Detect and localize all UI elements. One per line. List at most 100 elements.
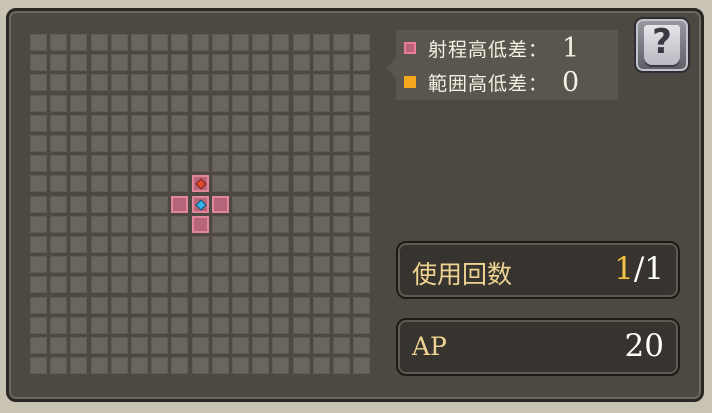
question-mark-icon: ? (652, 22, 672, 62)
grid-cell (353, 196, 370, 213)
ap-box: AP 20 (396, 318, 680, 376)
grid-cell (353, 276, 370, 293)
uses-current: 1 (614, 251, 634, 287)
grid-cell (333, 196, 350, 213)
grid-cell (212, 216, 229, 233)
grid-cell (293, 337, 310, 354)
grid-cell (111, 74, 128, 91)
uses-separator: / (633, 251, 645, 287)
grid-cell (171, 276, 188, 293)
grid-cell (272, 216, 289, 233)
grid-cell (272, 54, 289, 71)
grid-cell (353, 155, 370, 172)
grid-cell (151, 54, 168, 71)
grid-cell (171, 175, 188, 192)
grid-cell (70, 115, 87, 132)
grid-cell (111, 337, 128, 354)
grid-cell (272, 317, 289, 334)
grid-cell (30, 216, 47, 233)
grid-cell (293, 317, 310, 334)
grid-cell (70, 357, 87, 374)
grid-cell (131, 34, 148, 51)
grid-cell (293, 236, 310, 253)
grid-cell (111, 115, 128, 132)
grid-cell (293, 54, 310, 71)
grid-cell (212, 175, 229, 192)
grid-cell (50, 196, 67, 213)
grid-cell (313, 74, 330, 91)
grid-cell (192, 74, 209, 91)
grid-cell (91, 357, 108, 374)
grid-cell (91, 95, 108, 112)
grid-cell (171, 216, 188, 233)
grid-cell (192, 256, 209, 273)
ap-label: AP (412, 332, 447, 361)
grid-cell (252, 297, 269, 314)
grid-cell (232, 276, 249, 293)
grid-cell (50, 317, 67, 334)
grid-cell (151, 317, 168, 334)
grid-cell (252, 276, 269, 293)
grid-cell (293, 95, 310, 112)
grid-cell (91, 337, 108, 354)
grid-cell (50, 54, 67, 71)
grid-cell (151, 115, 168, 132)
grid-cell (252, 135, 269, 152)
grid-cell (91, 54, 108, 71)
grid-cell (50, 276, 67, 293)
range-height-row: 射程高低差： 1 (404, 33, 579, 64)
grid-cell (272, 115, 289, 132)
grid-cell (151, 74, 168, 91)
grid-cell (50, 135, 67, 152)
grid-cell (91, 175, 108, 192)
grid-cell (293, 196, 310, 213)
help-button[interactable]: ? (634, 17, 690, 73)
grid-cell (111, 297, 128, 314)
grid-cell (333, 135, 350, 152)
grid-cell (151, 337, 168, 354)
grid-cell (30, 196, 47, 213)
grid-cell (333, 155, 350, 172)
grid-cell (111, 175, 128, 192)
grid-cell (50, 236, 67, 253)
grid-cell (91, 34, 108, 51)
grid-cell (131, 337, 148, 354)
area-height-row: 範囲高低差： 0 (404, 67, 579, 98)
grid-cell (333, 337, 350, 354)
grid-cell (272, 256, 289, 273)
grid-cell (192, 236, 209, 253)
grid-cell (151, 34, 168, 51)
range-cell (192, 175, 209, 192)
grid-cell (212, 115, 229, 132)
grid-cell (333, 317, 350, 334)
grid-cell (353, 256, 370, 273)
grid-cell (313, 95, 330, 112)
grid-cell (232, 256, 249, 273)
grid-cell (171, 115, 188, 132)
grid-cell (131, 317, 148, 334)
grid-cell (212, 74, 229, 91)
grid-cell (70, 155, 87, 172)
grid-cell (70, 54, 87, 71)
grid-cell (313, 256, 330, 273)
grid-cell (50, 297, 67, 314)
grid-cell (50, 95, 67, 112)
grid-cell (272, 276, 289, 293)
grid-cell (232, 74, 249, 91)
grid-cell (192, 135, 209, 152)
grid-cell (313, 236, 330, 253)
grid-cell (313, 175, 330, 192)
grid-cell (272, 34, 289, 51)
grid-cell (293, 297, 310, 314)
grid-cell (131, 155, 148, 172)
grid-cell (333, 357, 350, 374)
grid-cell (30, 95, 47, 112)
grid-cell (30, 34, 47, 51)
grid-cell (91, 276, 108, 293)
grid-cell (313, 317, 330, 334)
area-swatch-icon (404, 76, 416, 88)
grid-cell (313, 196, 330, 213)
grid-cell (353, 74, 370, 91)
grid-cell (131, 54, 148, 71)
grid-cell (353, 95, 370, 112)
